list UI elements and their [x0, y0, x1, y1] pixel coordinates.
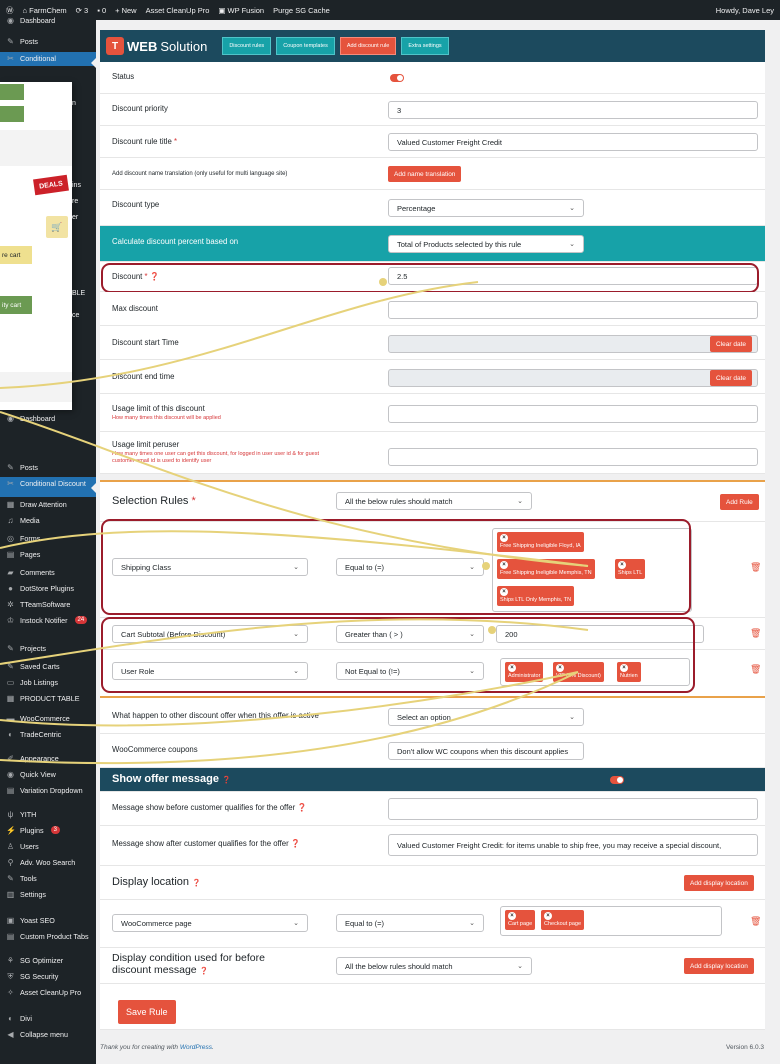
callout-line — [0, 618, 589, 665]
callout-lines — [0, 278, 589, 765]
callout-dot — [488, 626, 496, 634]
callout-dot — [379, 278, 387, 286]
callout-dot — [482, 562, 490, 570]
callout-line — [0, 281, 479, 389]
callout-line — [0, 530, 589, 567]
callout-line — [0, 411, 589, 567]
screen: Ⓦ ⌂ FarmChem ⟳ 3 ▪ 0 + New Asset CleanUp… — [0, 0, 780, 1064]
callout-line — [0, 671, 579, 727]
